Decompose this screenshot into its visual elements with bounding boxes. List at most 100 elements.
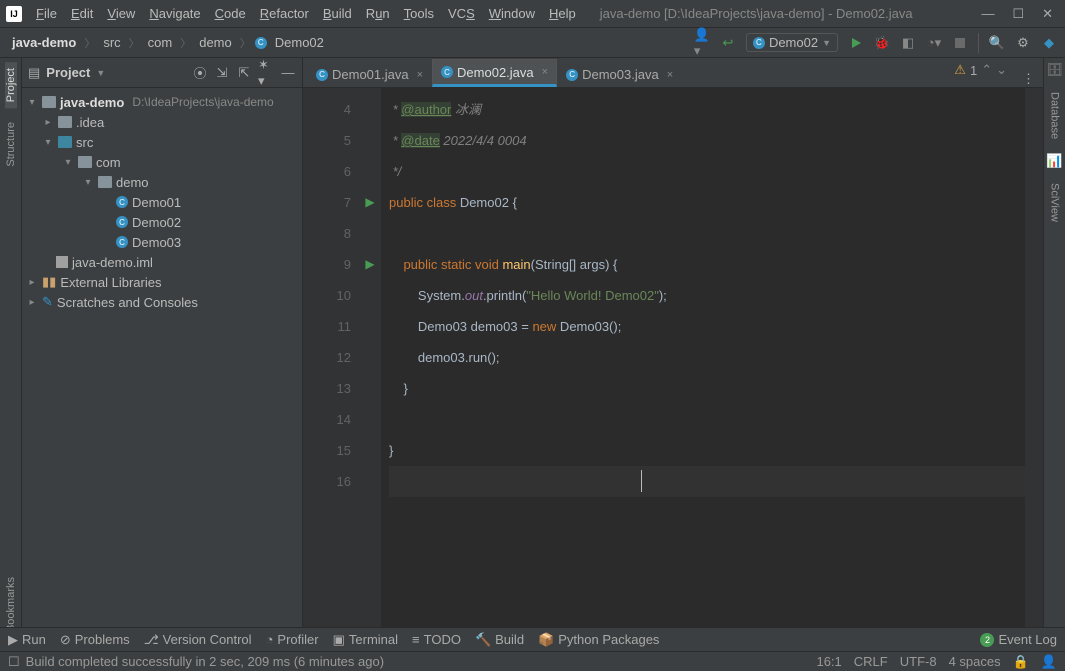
- crumb-src[interactable]: src: [99, 33, 124, 52]
- menu-tools[interactable]: Tools: [398, 4, 440, 23]
- text-caret: [641, 470, 642, 492]
- menu-refactor[interactable]: Refactor: [254, 4, 315, 23]
- close-icon[interactable]: ✕: [1042, 6, 1053, 22]
- tool-problems[interactable]: ⊘ Problems: [60, 632, 130, 648]
- menu-run[interactable]: Run: [360, 4, 396, 23]
- menu-navigate[interactable]: Navigate: [143, 4, 206, 23]
- gear-icon[interactable]: ⚙: [1015, 35, 1031, 51]
- next-highlight-icon[interactable]: ⌄: [996, 62, 1007, 78]
- tool-profiler[interactable]: ◔ Profiler: [266, 632, 319, 647]
- status-indent[interactable]: 4 spaces: [949, 654, 1001, 669]
- warning-icon: ⚠: [954, 62, 966, 78]
- tree-scratches[interactable]: ▸✎Scratches and Consoles: [22, 292, 302, 312]
- tree-demo[interactable]: ▾demo: [22, 172, 302, 192]
- crumb-demo[interactable]: demo: [195, 33, 236, 52]
- menu-edit[interactable]: Edit: [65, 4, 99, 23]
- tree-com[interactable]: ▾com: [22, 152, 302, 172]
- menu-vcs[interactable]: VCS: [442, 4, 481, 23]
- tool-build[interactable]: 🔨 Build: [475, 632, 524, 648]
- tree-root[interactable]: ▾ java-demo D:\IdeaProjects\java-demo: [22, 92, 302, 112]
- tree-demo03[interactable]: CDemo03: [22, 232, 302, 252]
- maximize-icon[interactable]: ☐: [1012, 6, 1024, 22]
- tab-demo01[interactable]: CDemo01.java×: [307, 61, 432, 87]
- tool-project[interactable]: Project: [5, 62, 17, 108]
- project-title[interactable]: Project: [46, 65, 90, 80]
- class-icon: C: [255, 37, 267, 49]
- inspection-widget[interactable]: ⚠ 1 ⌃ ⌄: [954, 62, 1007, 78]
- tool-todo[interactable]: ≡ TODO: [412, 632, 461, 647]
- close-tab-icon[interactable]: ×: [542, 66, 548, 78]
- project-view-icon: ▤: [28, 65, 40, 81]
- editor: CDemo01.java× CDemo02.java× CDemo03.java…: [303, 58, 1043, 638]
- app-logo-icon: IJ: [6, 6, 22, 22]
- code-text[interactable]: * @author 冰澜 * @date 2022/4/4 0004 */ pu…: [381, 88, 1025, 638]
- run-method-icon[interactable]: ▶: [359, 249, 381, 280]
- tree-demo01[interactable]: CDemo01: [22, 192, 302, 212]
- window-title: java-demo [D:\IdeaProjects\java-demo] - …: [600, 6, 982, 21]
- close-tab-icon[interactable]: ×: [417, 69, 423, 81]
- crumb-project[interactable]: java-demo: [8, 33, 80, 52]
- crumb-com[interactable]: com: [144, 33, 177, 52]
- tool-sciview[interactable]: SciView: [1049, 177, 1061, 228]
- tree-idea[interactable]: ▸.idea: [22, 112, 302, 132]
- tool-vcs[interactable]: ⎇ Version Control: [144, 632, 252, 648]
- main-menu: File Edit View Navigate Code Refactor Bu…: [30, 4, 582, 23]
- tree-demo02[interactable]: CDemo02: [22, 212, 302, 232]
- menu-help[interactable]: Help: [543, 4, 582, 23]
- tool-structure[interactable]: Structure: [5, 116, 17, 173]
- collapse-all-icon[interactable]: ⇱: [236, 65, 252, 81]
- back-run-icon[interactable]: ↩: [720, 35, 736, 51]
- status-encoding[interactable]: UTF-8: [900, 654, 937, 669]
- run-gutter[interactable]: ▶ ▶: [359, 88, 381, 638]
- navigation-bar: java-demo〉 src〉 com〉 demo〉 C Demo02 👤▾ ↩…: [0, 28, 1065, 58]
- tree-iml[interactable]: java-demo.iml: [22, 252, 302, 272]
- tab-demo02[interactable]: CDemo02.java×: [432, 59, 557, 87]
- left-tool-rail: Project Structure Bookmarks: [0, 58, 22, 638]
- menu-view[interactable]: View: [101, 4, 141, 23]
- tree-ext-lib[interactable]: ▸▮▮External Libraries: [22, 272, 302, 292]
- crumb-file[interactable]: Demo02: [271, 33, 328, 52]
- status-line-sep[interactable]: CRLF: [854, 654, 888, 669]
- search-icon[interactable]: 🔍: [989, 35, 1005, 51]
- minimize-icon[interactable]: ―: [981, 6, 994, 22]
- database-icon[interactable]: 🗄: [1046, 62, 1063, 78]
- prev-highlight-icon[interactable]: ⌃: [981, 62, 992, 78]
- debug-icon[interactable]: 🐞: [874, 35, 890, 51]
- tree-root-name: java-demo: [60, 95, 124, 110]
- tree-src[interactable]: ▾src: [22, 132, 302, 152]
- line-gutter[interactable]: 45678910111213141516: [303, 88, 359, 638]
- settings-icon[interactable]: ✶ ▾: [258, 65, 274, 81]
- menu-window[interactable]: Window: [483, 4, 541, 23]
- tabs-more-icon[interactable]: ⋮: [1022, 71, 1035, 87]
- project-header: ▤ Project ▼ ⦿ ⇲ ⇱ ✶ ▾ ―: [22, 58, 302, 88]
- run-icon[interactable]: [848, 35, 864, 51]
- expand-all-icon[interactable]: ⇲: [214, 65, 230, 81]
- tool-database[interactable]: Database: [1049, 86, 1061, 145]
- stop-icon[interactable]: [952, 35, 968, 51]
- ide-status-icon[interactable]: 👤: [1041, 654, 1057, 670]
- menu-build[interactable]: Build: [317, 4, 358, 23]
- menu-file[interactable]: File: [30, 4, 63, 23]
- hide-icon[interactable]: ―: [280, 65, 296, 81]
- select-opened-icon[interactable]: ⦿: [192, 65, 208, 81]
- user-icon[interactable]: 👤▾: [694, 35, 710, 51]
- readonly-icon[interactable]: 🔒: [1013, 654, 1029, 670]
- code-area[interactable]: 45678910111213141516 ▶ ▶ * @author 冰澜 * …: [303, 88, 1043, 638]
- breadcrumb: java-demo〉 src〉 com〉 demo〉 C Demo02: [8, 33, 328, 52]
- tab-demo03[interactable]: CDemo03.java×: [557, 61, 682, 87]
- coverage-icon[interactable]: ◧: [900, 35, 916, 51]
- sciview-icon[interactable]: 📊: [1046, 153, 1062, 169]
- tool-run[interactable]: ▶ Run: [8, 632, 46, 648]
- plugin-icon[interactable]: ◆: [1041, 35, 1057, 51]
- close-tab-icon[interactable]: ×: [667, 69, 673, 81]
- tool-terminal[interactable]: ▣ Terminal: [333, 632, 398, 648]
- run-class-icon[interactable]: ▶: [359, 187, 381, 218]
- status-icon[interactable]: ☐: [8, 654, 20, 670]
- profile-icon[interactable]: ◔▾: [926, 35, 942, 51]
- tool-event-log[interactable]: 2 Event Log: [980, 632, 1057, 647]
- tool-python-pkg[interactable]: 📦 Python Packages: [538, 632, 659, 648]
- status-position[interactable]: 16:1: [816, 654, 841, 669]
- run-config-select[interactable]: C Demo02 ▼: [746, 33, 838, 52]
- menu-code[interactable]: Code: [209, 4, 252, 23]
- toolbar-right: 👤▾ ↩ C Demo02 ▼ 🐞 ◧ ◔▾ 🔍 ⚙ ◆: [694, 33, 1057, 53]
